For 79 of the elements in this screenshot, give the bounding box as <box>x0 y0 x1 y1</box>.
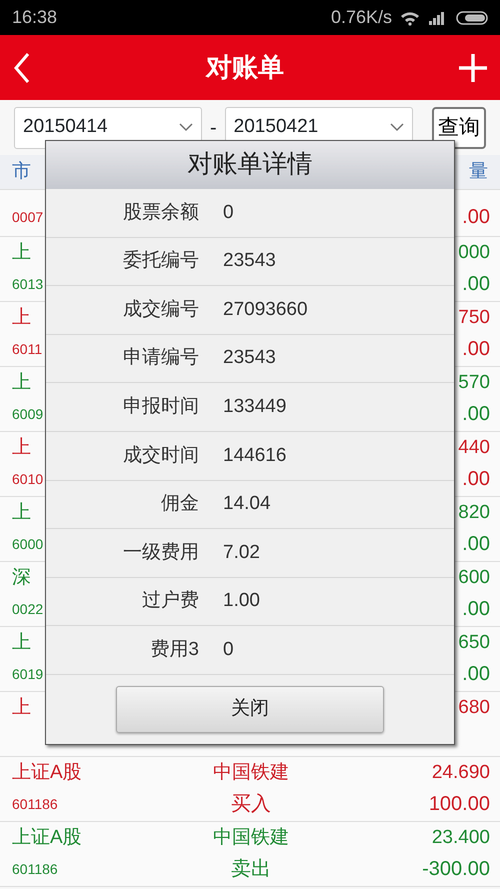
field-label: 委托编号 <box>122 249 200 274</box>
market-text: 上 <box>12 306 31 330</box>
field-value: 23543 <box>223 346 276 370</box>
dialog-title: 对账单详情 <box>46 141 454 189</box>
market-text: 上证A股 <box>12 826 82 850</box>
price-text: 570 <box>458 370 490 395</box>
price-text: 680 <box>458 696 490 720</box>
stock-code: 6019 <box>12 664 44 684</box>
stock-code: 0022 <box>12 600 44 618</box>
stock-name: 中国铁建 <box>212 760 289 785</box>
field-label: 申报时间 <box>122 394 200 419</box>
market-text: 上 <box>12 500 31 525</box>
wifi-icon <box>400 10 420 26</box>
price-text: 650 <box>458 630 490 655</box>
price-text: 600 <box>458 566 490 590</box>
stock-code: 6011 <box>12 340 42 358</box>
add-icon[interactable] <box>458 52 488 82</box>
field-label: 成交编号 <box>122 298 200 322</box>
field-label: 费用3 <box>149 638 200 662</box>
amount-text: 100.00 <box>428 792 490 817</box>
battery-icon <box>456 10 488 26</box>
field-value: 1.00 <box>223 589 260 614</box>
field-value: 144616 <box>223 444 286 468</box>
market-text: 上 <box>12 630 31 655</box>
market-text: 上 <box>12 240 31 265</box>
trade-side: 卖出 <box>230 857 271 882</box>
market-text: 上 <box>12 370 31 395</box>
field-label: 股票余额 <box>122 200 200 225</box>
column-header: 量 <box>469 160 488 184</box>
price-text: 23.400 <box>432 826 490 850</box>
field-value: 0 <box>223 638 234 662</box>
price-text: 000 <box>458 240 490 265</box>
amount-text: .00 <box>462 402 490 427</box>
close-button[interactable]: 关闭 <box>116 686 384 733</box>
field-value: 27093660 <box>223 298 308 322</box>
amount-text: .00 <box>462 597 490 622</box>
market-text: 上证A股 <box>12 760 82 785</box>
field-value: 23543 <box>223 249 276 274</box>
network-speed: 0.76K/s <box>330 6 392 29</box>
query-button[interactable]: 查询 <box>432 106 486 148</box>
stock-code: 6009 <box>12 404 44 424</box>
stock-code: 6000 <box>12 534 44 554</box>
amount-text: .00 <box>462 467 490 492</box>
price-text: 750 <box>458 306 490 330</box>
market-text: 深 <box>12 566 31 590</box>
field-value: 0 <box>223 200 234 225</box>
chevron-down-icon <box>390 123 404 132</box>
amount-text: .00 <box>462 532 490 557</box>
price-text: 440 <box>458 436 490 460</box>
field-label: 一级费用 <box>122 540 200 565</box>
stock-code: 6013 <box>12 274 44 294</box>
status-time: 16:38 <box>12 6 58 29</box>
market-text: 上 <box>12 696 31 720</box>
amount-text: .00 <box>462 272 490 297</box>
stock-code: 0007 <box>12 208 44 226</box>
back-icon[interactable] <box>12 50 32 84</box>
amount-text: -300.00 <box>422 857 490 882</box>
price-text: 24.690 <box>432 760 490 785</box>
amount-text: .00 <box>462 205 490 230</box>
chevron-down-icon <box>179 123 193 132</box>
date-separator: - <box>210 116 217 140</box>
field-value: 133449 <box>223 394 286 419</box>
field-value: 7.02 <box>223 540 260 565</box>
stock-code: 601186 <box>12 860 58 878</box>
page-title: 对账单 <box>206 51 284 84</box>
amount-text: .00 <box>462 662 490 687</box>
field-label: 过户费 <box>141 589 200 614</box>
stock-code: 6010 <box>12 470 44 488</box>
trade-side: 买入 <box>230 792 271 817</box>
field-value: 14.04 <box>223 492 271 516</box>
price-text: 820 <box>458 500 490 525</box>
field-label: 申请编号 <box>122 346 200 370</box>
field-label: 成交时间 <box>122 444 200 468</box>
market-text: 上 <box>12 436 31 460</box>
stock-name: 中国铁建 <box>212 826 289 850</box>
stock-code: 601186 <box>12 794 58 814</box>
column-header: 市 <box>12 160 31 184</box>
amount-text: .00 <box>462 337 490 362</box>
field-label: 佣金 <box>160 492 200 516</box>
